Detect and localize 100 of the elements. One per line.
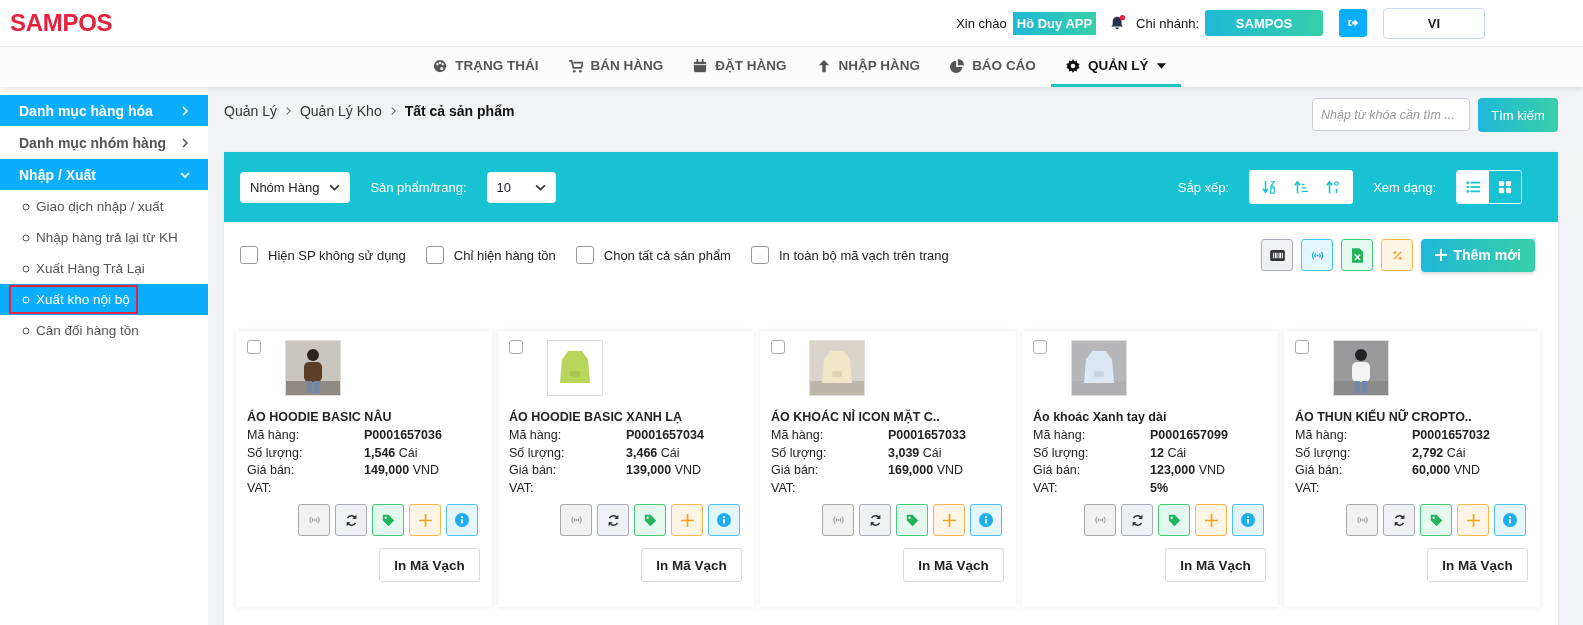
tag-button[interactable] (372, 504, 404, 536)
print-barcode-button[interactable]: In Mã Vạch (1427, 548, 1528, 582)
language-button[interactable]: VI (1383, 7, 1485, 39)
option-label: Hiện SP không sử dụng (268, 247, 406, 263)
plus-icon (680, 513, 694, 527)
checkbox[interactable] (1295, 340, 1309, 354)
nav-tab[interactable]: BÁN HÀNG (553, 47, 679, 87)
broadcast-icon (831, 515, 845, 525)
print-barcode-button[interactable]: In Mã Vạch (641, 548, 742, 582)
print-barcode-button[interactable]: In Mã Vạch (379, 548, 480, 582)
sort-label: Sắp xếp: (1177, 179, 1230, 195)
info-button[interactable] (446, 504, 478, 536)
sidebar-item[interactable]: Danh mục nhóm hàng (0, 127, 208, 158)
add-button[interactable] (933, 504, 965, 536)
info-icon (1241, 513, 1255, 527)
add-button[interactable] (671, 504, 703, 536)
product-name: ÁO THUN KIỂU NỮ CROPTO.. (1295, 410, 1473, 424)
product-code: P0001657034 (626, 427, 705, 444)
checkbox[interactable] (575, 246, 594, 264)
refresh-button[interactable] (859, 504, 891, 536)
breadcrumb-item[interactable]: Quản Lý Kho (299, 103, 382, 119)
refresh-icon (344, 513, 358, 527)
add-button[interactable] (1195, 504, 1227, 536)
refresh-button[interactable] (335, 504, 367, 536)
nav-tab[interactable]: TRẠNG THÁI (418, 47, 554, 87)
field-label: VAT: (247, 479, 273, 497)
field-label: Giá bán: (1033, 462, 1082, 479)
broadcast-button[interactable] (1346, 504, 1378, 536)
quantity-value: 2,792 Cái (1412, 444, 1467, 462)
pie-chart-icon (950, 58, 965, 73)
checkbox[interactable] (509, 340, 523, 354)
notification-bell-icon[interactable] (1110, 14, 1127, 32)
field-label: Mã hàng: (1033, 427, 1087, 444)
barcode-button[interactable] (1261, 239, 1294, 271)
sidebar-subitem[interactable]: Giao dịch nhập / xuất (9, 193, 168, 220)
refresh-button[interactable] (1383, 504, 1415, 536)
nav-tab[interactable]: NHẬP HÀNG (801, 47, 936, 87)
broadcast-button[interactable] (1084, 504, 1116, 536)
tag-button[interactable] (1158, 504, 1190, 536)
broadcast-button[interactable] (822, 504, 854, 536)
field-label: VAT: (509, 479, 535, 497)
palette-icon (433, 58, 448, 73)
upload-icon (816, 58, 831, 73)
list-view-button[interactable] (1457, 171, 1489, 203)
price-value: 169,000 VND (888, 462, 965, 479)
info-button[interactable] (708, 504, 740, 536)
option-label: Chọn tất cả sản phẩm (603, 247, 731, 263)
search-field[interactable]: Nhập từ khóa cần tìm ... (1312, 98, 1470, 131)
group-dropdown[interactable]: Nhóm Hàng (240, 171, 351, 203)
quantity-value: 3,039 Cái (888, 444, 943, 462)
add-button[interactable] (1457, 504, 1489, 536)
barcode-icon (1269, 249, 1285, 261)
checkbox[interactable] (750, 246, 769, 264)
broadcast-icon (569, 515, 583, 525)
option-label: Chỉ hiện hàng tồn (453, 247, 556, 263)
logout-button[interactable] (1339, 9, 1367, 37)
info-icon (979, 513, 993, 527)
sidebar-subitem[interactable]: Cân đối hàng tồn (9, 317, 143, 344)
per-page-dropdown[interactable]: 10 (486, 171, 556, 203)
broadcast-button[interactable] (298, 504, 330, 536)
greeting-text: Xin chào (956, 15, 1007, 31)
nav-tab[interactable]: BÁO CÁO (935, 47, 1051, 87)
tag-button[interactable] (634, 504, 666, 536)
tag-button[interactable] (896, 504, 928, 536)
excel-button[interactable] (1341, 239, 1374, 271)
sidebar-subitem[interactable]: Nhập hàng trả lại từ KH (9, 224, 182, 251)
add-button[interactable] (409, 504, 441, 536)
tag-icon (905, 513, 919, 527)
tag-icon (1429, 513, 1443, 527)
info-icon (455, 513, 469, 527)
percent-button[interactable] (1381, 239, 1414, 271)
sort-alpha-icon (1262, 180, 1277, 194)
cart-icon (568, 58, 583, 73)
nav-tab[interactable]: QUẢN LÝ (1050, 47, 1181, 87)
checkbox[interactable] (247, 340, 261, 354)
broadcast-button[interactable] (1301, 239, 1334, 271)
tag-button[interactable] (1420, 504, 1452, 536)
info-button[interactable] (1232, 504, 1264, 536)
plus-icon (942, 513, 956, 527)
price-value: 123,000 VND (1150, 462, 1227, 479)
chevron-down-icon (534, 183, 546, 191)
plus-icon (1435, 249, 1448, 261)
tag-icon (643, 513, 657, 527)
checkbox[interactable] (1033, 340, 1047, 354)
breadcrumb-item[interactable]: Quản Lý (224, 103, 277, 119)
info-button[interactable] (970, 504, 1002, 536)
broadcast-button[interactable] (560, 504, 592, 536)
checkbox[interactable] (771, 340, 785, 354)
print-barcode-button[interactable]: In Mã Vạch (1165, 548, 1266, 582)
info-button[interactable] (1494, 504, 1526, 536)
plus-icon (1204, 513, 1218, 527)
nav-tab[interactable]: ĐẶT HÀNG (678, 47, 802, 87)
refresh-button[interactable] (597, 504, 629, 536)
sidebar-subitem[interactable]: Xuất Hàng Trả Lại (9, 255, 149, 282)
print-barcode-button[interactable]: In Mã Vạch (903, 548, 1004, 582)
refresh-button[interactable] (1121, 504, 1153, 536)
broadcast-icon (1309, 249, 1325, 261)
checkbox[interactable] (425, 246, 444, 264)
checkbox[interactable] (240, 246, 258, 264)
field-label: VAT: (1295, 479, 1321, 497)
